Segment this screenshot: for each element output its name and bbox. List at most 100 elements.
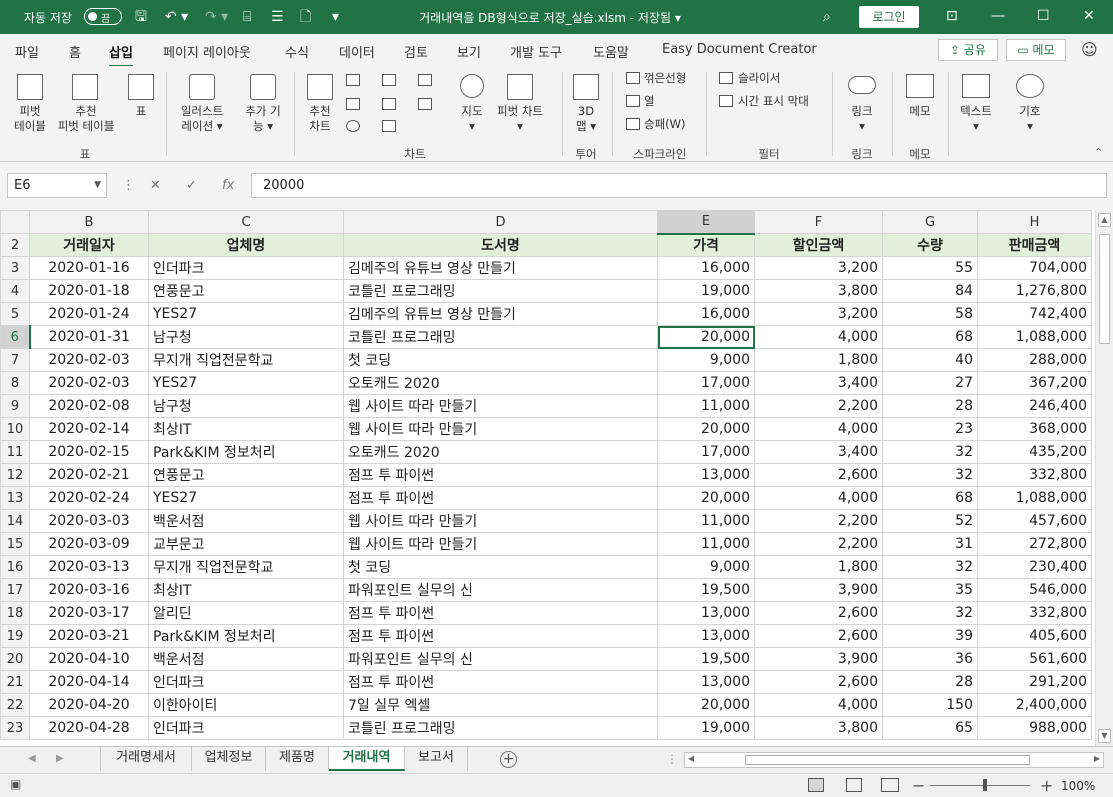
tab-easy-document-creator[interactable]: Easy Document Creator (662, 42, 817, 57)
cell-discount[interactable]: 3,400 (754, 371, 883, 395)
cell-discount[interactable]: 4,000 (754, 693, 883, 717)
cell-price[interactable]: 13,000 (657, 624, 755, 648)
header-cell-date[interactable]: 거래일자 (29, 233, 149, 257)
cell-price[interactable]: 13,000 (657, 670, 755, 694)
cell-company[interactable]: 교부문고 (148, 532, 344, 556)
scroll-left-icon[interactable]: ◀ (688, 754, 694, 763)
header-cell-price[interactable]: 가격 (657, 233, 755, 257)
cell-quantity[interactable]: 58 (882, 302, 978, 326)
cell-discount[interactable]: 4,000 (754, 417, 883, 441)
cell-price[interactable]: 19,000 (657, 279, 755, 303)
column-header-d[interactable]: D (343, 210, 658, 234)
cell-book[interactable]: 점프 투 파이썬 (343, 486, 658, 510)
zoom-in-icon[interactable]: + (1040, 776, 1053, 795)
row-header[interactable]: 21 (0, 670, 30, 694)
select-all-corner[interactable] (0, 210, 30, 234)
sheet-tab-invoice[interactable]: 거래명세서 (100, 747, 192, 771)
cell-book[interactable]: 웹 사이트 따라 만들기 (343, 417, 658, 441)
cell-company[interactable]: 인더파크 (148, 256, 344, 280)
tab-file[interactable]: 파일 (15, 42, 39, 61)
cell-quantity[interactable]: 40 (882, 348, 978, 372)
tab-help[interactable]: 도움말 (593, 42, 629, 61)
row-header[interactable]: 19 (0, 624, 30, 648)
cell-company[interactable]: 무지개 직업전문학교 (148, 555, 344, 579)
maps-button[interactable]: 지도 ▾ (452, 104, 492, 134)
cell-price[interactable]: 11,000 (657, 532, 755, 556)
cell-book[interactable]: 코틀린 프로그래밍 (343, 716, 658, 740)
cell-book[interactable]: 코틀린 프로그래밍 (343, 279, 658, 303)
cell-date[interactable]: 2020-02-21 (29, 463, 149, 487)
cell-discount[interactable]: 4,000 (754, 486, 883, 510)
tab-formulas[interactable]: 수식 (285, 42, 309, 61)
cell-company[interactable]: 무지개 직업전문학교 (148, 348, 344, 372)
cell-date[interactable]: 2020-02-24 (29, 486, 149, 510)
cell-company[interactable]: 인더파크 (148, 670, 344, 694)
cell-discount[interactable]: 1,800 (754, 348, 883, 372)
cell-sales[interactable]: 291,200 (977, 670, 1092, 694)
cell-date[interactable]: 2020-04-28 (29, 716, 149, 740)
row-header[interactable]: 10 (0, 417, 30, 441)
share-button[interactable]: ⇪ 공유 (938, 39, 998, 61)
cancel-icon[interactable]: ✕ (150, 178, 161, 193)
row-header[interactable]: 18 (0, 601, 30, 625)
pivot-table-button[interactable]: 피벗 테이블 (6, 104, 54, 134)
column-header-e[interactable]: E (657, 210, 755, 235)
cell-book[interactable]: 파워포인트 실무의 신 (343, 647, 658, 671)
cell-company[interactable]: 이한아이티 (148, 693, 344, 717)
new-comment-button[interactable]: 메모 (900, 104, 940, 119)
cell-price[interactable]: 11,000 (657, 394, 755, 418)
slicer-button[interactable]: 슬라이서 (738, 71, 780, 86)
cell-quantity[interactable]: 28 (882, 670, 978, 694)
cell-company[interactable]: 연풍문고 (148, 279, 344, 303)
cell-book[interactable]: 첫 코딩 (343, 348, 658, 372)
recommended-pivot-button[interactable]: 추천 피벗 테이블 (50, 104, 122, 134)
cell-price[interactable]: 20,000 (657, 417, 755, 441)
pie-chart-icon[interactable] (346, 120, 360, 132)
hierarchy-chart-icon[interactable] (382, 74, 396, 86)
cell-sales[interactable]: 332,800 (977, 463, 1092, 487)
row-header[interactable]: 17 (0, 578, 30, 602)
cell-book[interactable]: 점프 투 파이썬 (343, 624, 658, 648)
cell-company[interactable]: YES27 (148, 302, 344, 326)
link-button[interactable]: 링크 ▾ (842, 104, 882, 134)
cell-sales[interactable]: 1,088,000 (977, 325, 1092, 349)
insert-function-icon[interactable]: fx (222, 178, 234, 193)
cell-discount[interactable]: 2,600 (754, 624, 883, 648)
column-chart-icon[interactable] (346, 74, 360, 86)
cell-date[interactable]: 2020-01-18 (29, 279, 149, 303)
cell-book[interactable]: 파워포인트 실무의 신 (343, 578, 658, 602)
cell-book[interactable]: 오토캐드 2020 (343, 371, 658, 395)
cell-book[interactable]: 김메주의 유튜브 영상 만들기 (343, 302, 658, 326)
text-button[interactable]: 텍스트 ▾ (952, 104, 1000, 134)
cell-quantity[interactable]: 31 (882, 532, 978, 556)
cell-price[interactable]: 11,000 (657, 509, 755, 533)
cell-sales[interactable]: 988,000 (977, 716, 1092, 740)
symbols-button[interactable]: 기호 ▾ (1010, 104, 1050, 134)
name-box[interactable]: E6 ▼ (7, 173, 107, 198)
cell-date[interactable]: 2020-03-17 (29, 601, 149, 625)
page-break-view-icon[interactable] (881, 778, 899, 792)
customize-qat-icon[interactable]: ▾ (332, 8, 339, 26)
cell-discount[interactable]: 3,900 (754, 578, 883, 602)
cell-quantity[interactable]: 55 (882, 256, 978, 280)
combo-chart-icon[interactable] (418, 98, 432, 110)
sheet-tab-transactions[interactable]: 거래내역 (329, 747, 405, 771)
zoom-slider-knob[interactable] (983, 779, 987, 791)
cell-price[interactable]: 13,000 (657, 601, 755, 625)
cell-quantity[interactable]: 68 (882, 325, 978, 349)
scatter-chart-icon[interactable] (382, 120, 396, 132)
minimize-button[interactable]: — (991, 7, 1005, 25)
cell-company[interactable]: 연풍문고 (148, 463, 344, 487)
cell-discount[interactable]: 3,200 (754, 256, 883, 280)
cell-price[interactable]: 9,000 (657, 555, 755, 579)
column-header-c[interactable]: C (148, 210, 344, 234)
cell-company[interactable]: 남구청 (148, 325, 344, 349)
splitter-icon[interactable]: ⋮ (666, 752, 678, 766)
waterfall-chart-icon[interactable] (418, 74, 432, 86)
zoom-slider[interactable] (930, 785, 1030, 786)
row-header[interactable]: 12 (0, 463, 30, 487)
save-icon[interactable]: 🖫 (135, 8, 147, 26)
cell-discount[interactable]: 2,600 (754, 601, 883, 625)
table-button[interactable]: 표 (127, 104, 155, 119)
sparkline-line-button[interactable]: 꺾은선형 (644, 71, 686, 86)
